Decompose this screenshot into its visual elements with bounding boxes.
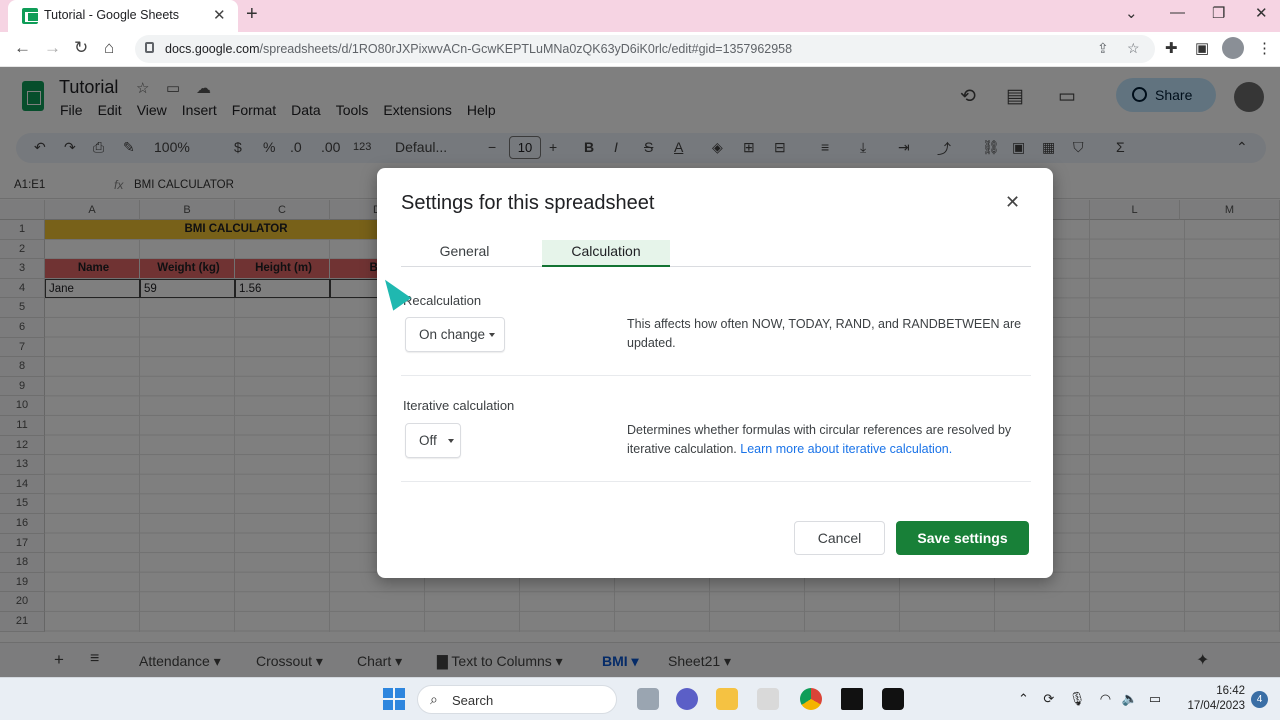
snipping-tool-icon[interactable] [757, 688, 779, 710]
browser-tab-strip: Tutorial - Google Sheets ✕ + ⌄ — ❐ ✕ [0, 0, 1280, 32]
sync-icon[interactable]: ⟳ [1043, 691, 1054, 706]
tab-search-icon[interactable]: ⌄ [1125, 4, 1138, 22]
more-menu-icon[interactable]: ⋮ [1257, 39, 1272, 57]
learn-more-link[interactable]: Learn more about iterative calculation. [740, 442, 952, 456]
new-tab-icon[interactable]: + [246, 3, 258, 26]
forward-icon[interactable]: → [44, 38, 61, 58]
tab-calculation[interactable]: Calculation [542, 240, 670, 267]
taskbar-clock[interactable]: 16:42 17/04/2023 [1185, 684, 1245, 714]
browser-tab-title: Tutorial - Google Sheets [44, 8, 180, 22]
windows-taskbar: ⌕ Search ⌃ ⟳ 🎙 ◠ 🔈 ▭ 16:42 17/04/2023 4 [0, 677, 1280, 720]
chevron-up-icon[interactable]: ⌃ [1018, 691, 1029, 706]
tab-general[interactable]: General [401, 240, 528, 267]
back-icon[interactable]: ← [14, 38, 31, 58]
close-window-icon[interactable]: ✕ [1255, 4, 1268, 22]
recalculation-dropdown[interactable]: On change [405, 317, 505, 352]
section-divider [401, 481, 1031, 482]
section-divider [401, 375, 1031, 376]
save-settings-button[interactable]: Save settings [896, 521, 1029, 555]
browser-tab[interactable]: Tutorial - Google Sheets ✕ [8, 0, 238, 32]
notification-badge[interactable]: 4 [1251, 691, 1268, 708]
file-explorer-icon[interactable] [716, 688, 738, 710]
teams-chat-icon[interactable] [676, 688, 698, 710]
home-icon[interactable]: ⌂ [104, 38, 114, 58]
windows-start-icon[interactable] [383, 688, 405, 710]
dropdown-caret-icon [448, 439, 454, 443]
netflix-icon[interactable] [841, 688, 863, 710]
system-tray: ⌃ ⟳ 🎙 ◠ 🔈 ▭ [1018, 691, 1161, 707]
capcut-icon[interactable] [882, 688, 904, 710]
reload-icon[interactable]: ↻ [74, 38, 88, 58]
volume-icon[interactable]: 🔈 [1122, 691, 1138, 706]
close-icon[interactable]: ✕ [1005, 192, 1020, 213]
clock-date: 17/04/2023 [1187, 700, 1245, 712]
dropdown-caret-icon [489, 333, 495, 337]
taskbar-search[interactable]: ⌕ Search [417, 685, 617, 714]
iterative-calculation-label: Iterative calculation [403, 398, 515, 413]
task-view-icon[interactable] [637, 688, 659, 710]
cancel-button[interactable]: Cancel [794, 521, 885, 555]
profile-avatar[interactable] [1222, 37, 1244, 59]
wifi-icon[interactable]: ◠ [1100, 691, 1111, 706]
clock-time: 16:42 [1216, 685, 1245, 697]
close-tab-icon[interactable]: ✕ [213, 6, 226, 24]
iterative-calculation-description: Determines whether formulas with circula… [627, 423, 1012, 456]
minimize-icon[interactable]: — [1170, 4, 1185, 21]
microphone-icon[interactable]: 🎙 [1069, 691, 1086, 706]
battery-icon[interactable]: ▭ [1149, 691, 1161, 706]
search-icon: ⌕ [430, 691, 438, 707]
spreadsheet-settings-dialog: Settings for this spreadsheet ✕ General … [377, 168, 1053, 578]
bookmark-star-icon[interactable]: ☆ [1127, 40, 1140, 57]
sidebar-icon[interactable]: ▣ [1195, 39, 1209, 57]
iterative-calculation-dropdown[interactable]: Off [405, 423, 461, 458]
maximize-icon[interactable]: ❐ [1212, 4, 1225, 22]
url-text[interactable]: docs.google.com/spreadsheets/d/1RO80rJXP… [165, 42, 792, 56]
dialog-title: Settings for this spreadsheet [401, 192, 655, 214]
share-page-icon[interactable]: ⇪ [1097, 40, 1109, 57]
extensions-icon[interactable]: ✚ [1165, 39, 1178, 57]
recalculation-description: This affects how often NOW, TODAY, RAND,… [627, 317, 1022, 350]
sheets-favicon-icon [22, 8, 39, 24]
browser-toolbar: ← → ↻ ⌂ docs.google.com/spreadsheets/d/1… [0, 32, 1280, 67]
recalculation-label: Recalculation [403, 293, 482, 308]
lock-icon[interactable] [145, 42, 154, 53]
address-bar[interactable]: docs.google.com/spreadsheets/d/1RO80rJXP… [135, 35, 1155, 63]
chrome-icon[interactable] [800, 688, 822, 710]
